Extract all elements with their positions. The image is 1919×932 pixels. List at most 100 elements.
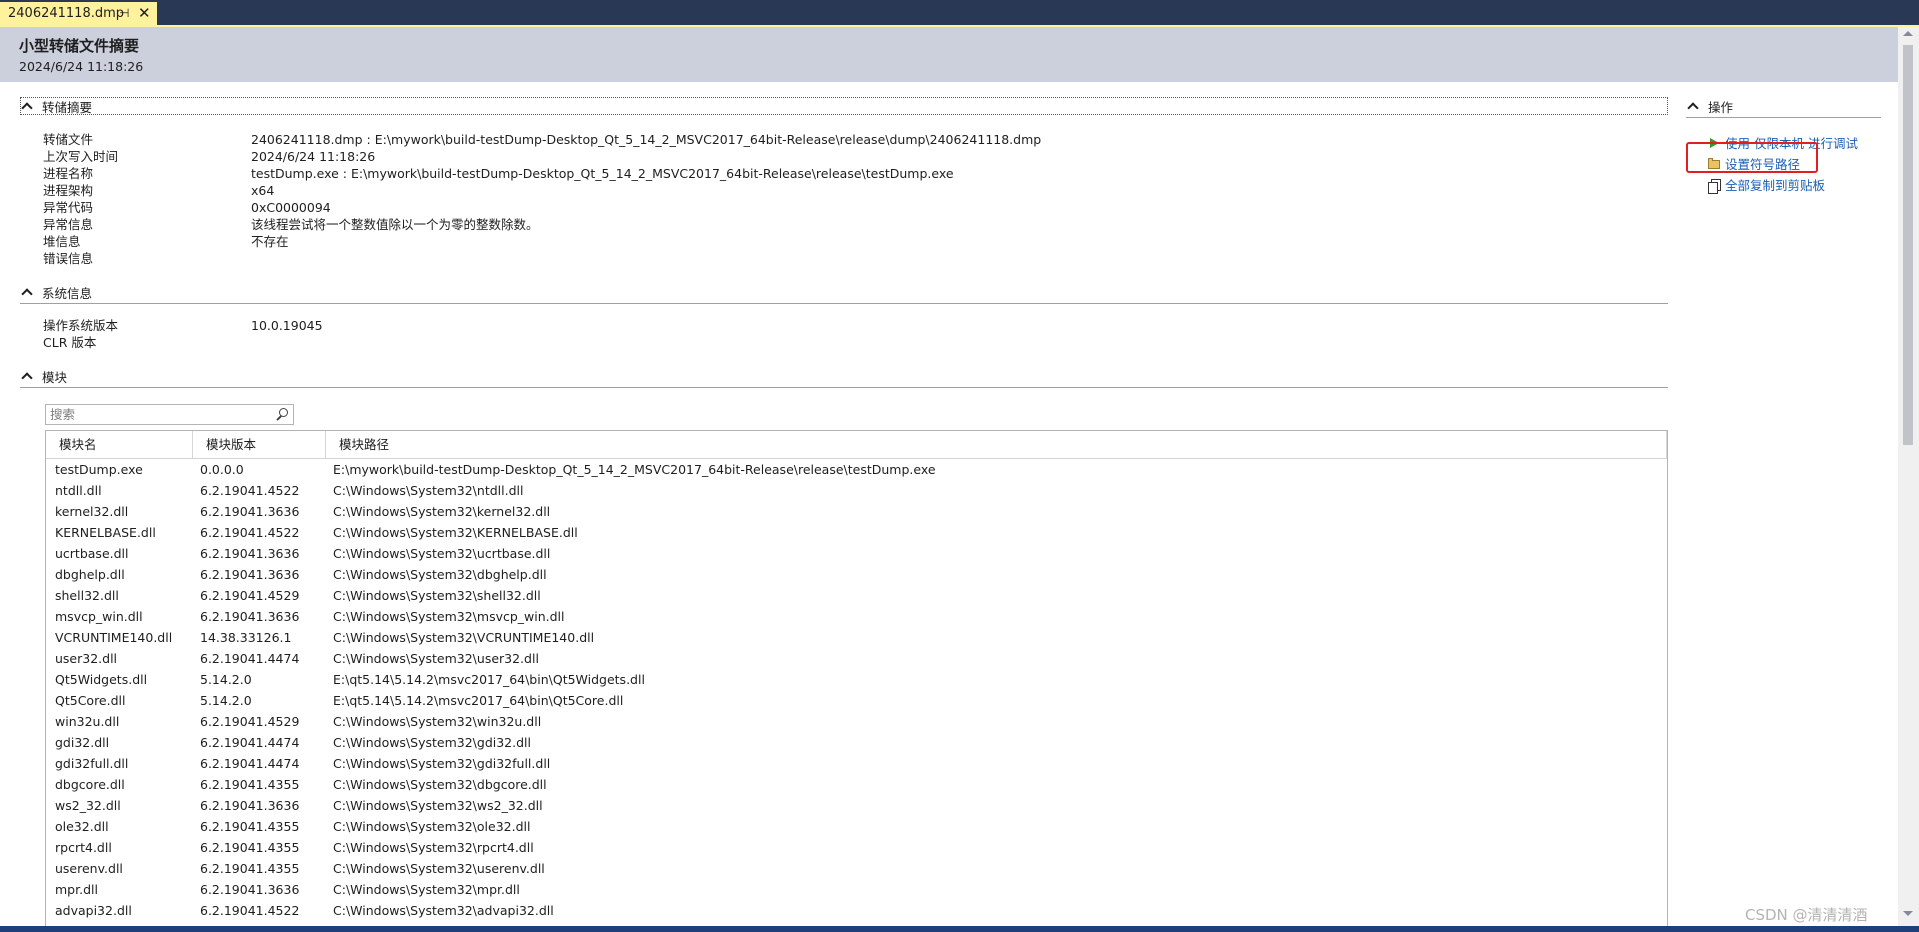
- document-tab[interactable]: 2406241118.dmp ⊣ ✕: [0, 2, 157, 25]
- section-system-info-toggle[interactable]: 系统信息: [20, 283, 92, 301]
- table-row[interactable]: ws2_32.dll 6.2.19041.3636 C:\Windows\Syste…: [46, 795, 1667, 816]
- module-name-cell: shell32.dll: [55, 588, 119, 603]
- module-name-cell: win32u.dll: [55, 714, 120, 729]
- chevron-up-icon: [20, 369, 34, 383]
- table-row[interactable]: msvcp_win.dll 6.2.19041.3636 C:\Windows\Sy…: [46, 606, 1667, 627]
- table-row[interactable]: rpcrt4.dll 6.2.19041.4355 C:\Windows\Syste…: [46, 837, 1667, 858]
- module-path-cell: C:\Windows\System32\ws2_32.dll: [333, 798, 543, 813]
- module-path-cell: C:\Windows\System32\mpr.dll: [333, 882, 520, 897]
- module-version-cell: 6.2.19041.3636: [200, 798, 300, 813]
- info-value: 该线程尝试将一个整数值除以一个为零的整数除数。: [251, 217, 539, 232]
- module-version-cell: 6.2.19041.4522: [200, 483, 300, 498]
- summary-header: 小型转储文件摘要 2024/6/24 11:18:26: [0, 27, 1898, 82]
- module-name-cell: ntdll.dll: [55, 483, 102, 498]
- section-modules-toggle[interactable]: 模块: [20, 367, 67, 385]
- table-row[interactable]: KERNELBASE.dll 6.2.19041.4522 C:\Windows\S…: [46, 522, 1667, 543]
- scroll-down-icon[interactable]: [1903, 911, 1913, 916]
- section-divider: [20, 303, 1668, 304]
- module-path-cell: C:\Windows\System32\ucrtbase.dll: [333, 546, 551, 561]
- modules-table[interactable]: 模块名 模块版本 模块路径 testDump.exe 0.0.0.0 E:\mywo…: [45, 430, 1668, 932]
- table-row[interactable]: win32u.dll 6.2.19041.4529 C:\Windows\Syste…: [46, 711, 1667, 732]
- table-row[interactable]: advapi32.dll 6.2.19041.4522 C:\Windows\Sys…: [46, 900, 1667, 921]
- chevron-up-icon: [1686, 99, 1700, 113]
- module-path-cell: C:\Windows\System32\dbgcore.dll: [333, 777, 547, 792]
- module-path-cell: C:\Windows\System32\win32u.dll: [333, 714, 542, 729]
- table-row[interactable]: mpr.dll 6.2.19041.3636 C:\Windows\System32…: [46, 879, 1667, 900]
- module-version-cell: 6.2.19041.4522: [200, 903, 300, 918]
- info-value: x64: [251, 183, 275, 198]
- module-path-cell: C:\Windows\System32\userenv.dll: [333, 861, 545, 876]
- table-row[interactable]: Qt5Widgets.dll 5.14.2.0 E:\qt5.14\5.14.2\m…: [46, 669, 1667, 690]
- module-path-cell: C:\Windows\System32\gdi32.dll: [333, 735, 531, 750]
- module-name-cell: user32.dll: [55, 651, 118, 666]
- module-path-cell: C:\Windows\System32\user32.dll: [333, 651, 539, 666]
- module-name-cell: kernel32.dll: [55, 504, 129, 519]
- module-name-cell: testDump.exe: [55, 462, 143, 477]
- module-path-cell: C:\Windows\System32\rpcrt4.dll: [333, 840, 534, 855]
- info-value: 0xC0000094: [251, 200, 331, 215]
- table-row[interactable]: testDump.exe 0.0.0.0 E:\mywork\build-testD…: [46, 459, 1667, 480]
- module-version-cell: 0.0.0.0: [200, 462, 244, 477]
- table-row[interactable]: VCRUNTIME140.dll 14.38.33126.1 C:\Windows\…: [46, 627, 1667, 648]
- module-path-cell: C:\Windows\System32\shell32.dll: [333, 588, 541, 603]
- module-version-cell: 6.2.19041.4474: [200, 735, 300, 750]
- info-key: CLR 版本: [43, 335, 97, 350]
- module-version-cell: 6.2.19041.4474: [200, 651, 300, 666]
- module-path-cell: C:\Windows\System32\msvcp_win.dll: [333, 609, 565, 624]
- module-name-cell: KERNELBASE.dll: [55, 525, 156, 540]
- section-dump-summary-toggle[interactable]: 转储摘要: [20, 97, 92, 115]
- module-name-cell: msvcp_win.dll: [55, 609, 143, 624]
- table-row[interactable]: Qt5Core.dll 5.14.2.0 E:\qt5.14\5.14.2\msvc…: [46, 690, 1667, 711]
- table-row[interactable]: dbgcore.dll 6.2.19041.4355 C:\Windows\Syst…: [46, 774, 1667, 795]
- table-row[interactable]: ole32.dll 6.2.19041.4355 C:\Windows\System…: [46, 816, 1667, 837]
- module-name-cell: gdi32full.dll: [55, 756, 129, 771]
- module-version-cell: 5.14.2.0: [200, 693, 252, 708]
- module-name-cell: dbgcore.dll: [55, 777, 125, 792]
- module-name-cell: VCRUNTIME140.dll: [55, 630, 173, 645]
- module-path-cell: E:\mywork\build-testDump-Desktop_Qt_5_14…: [333, 462, 936, 477]
- info-key: 转储文件: [43, 132, 94, 147]
- pin-icon[interactable]: ⊣: [119, 6, 129, 20]
- info-key: 进程名称: [43, 166, 94, 181]
- section-dump-summary-title: 转储摘要: [42, 99, 93, 115]
- module-version-cell: 6.2.19041.4355: [200, 777, 300, 792]
- table-row[interactable]: ntdll.dll 6.2.19041.4522 C:\Windows\System…: [46, 480, 1667, 501]
- module-path-cell: C:\Windows\System32\KERNELBASE.dll: [333, 525, 578, 540]
- column-header-module-path[interactable]: 模块路径: [326, 431, 1667, 458]
- module-version-cell: 6.2.19041.3636: [200, 504, 300, 519]
- info-key: 堆信息: [43, 234, 81, 249]
- column-header-module-version[interactable]: 模块版本: [193, 431, 326, 458]
- table-row[interactable]: kernel32.dll 6.2.19041.3636 C:\Windows\Sys…: [46, 501, 1667, 522]
- document-tab-label: 2406241118.dmp: [8, 6, 125, 21]
- table-row[interactable]: dbghelp.dll 6.2.19041.3636 C:\Windows\Syst…: [46, 564, 1667, 585]
- table-row[interactable]: gdi32full.dll 6.2.19041.4474 C:\Windows\Sy…: [46, 753, 1667, 774]
- module-search-box[interactable]: [45, 404, 294, 425]
- module-version-cell: 6.2.19041.4529: [200, 588, 300, 603]
- module-path-cell: C:\Windows\System32\ntdll.dll: [333, 483, 524, 498]
- scroll-thumb[interactable]: [1903, 45, 1913, 445]
- copy-all-link[interactable]: 全部复制到剪贴板: [1707, 175, 1825, 194]
- module-version-cell: 14.38.33126.1: [200, 630, 292, 645]
- table-row[interactable]: shell32.dll 6.2.19041.4529 C:\Windows\Syst…: [46, 585, 1667, 606]
- module-name-cell: userenv.dll: [55, 861, 123, 876]
- close-icon[interactable]: ✕: [138, 4, 151, 22]
- section-actions-toggle[interactable]: 操作: [1686, 97, 1733, 115]
- search-icon[interactable]: [275, 408, 289, 422]
- table-row[interactable]: user32.dll 6.2.19041.4474 C:\Windows\Syste…: [46, 648, 1667, 669]
- table-row[interactable]: userenv.dll 6.2.19041.4355 C:\Windows\Syst…: [46, 858, 1667, 879]
- info-value: testDump.exe : E:\mywork\build-testDump-…: [251, 166, 954, 181]
- column-header-module-name[interactable]: 模块名: [46, 431, 193, 458]
- module-name-cell: Qt5Core.dll: [55, 693, 126, 708]
- section-divider: [20, 387, 1668, 388]
- table-row[interactable]: ucrtbase.dll 6.2.19041.3636 C:\Windows\Sys…: [46, 543, 1667, 564]
- vertical-scrollbar[interactable]: [1898, 27, 1919, 926]
- table-row[interactable]: gdi32.dll 6.2.19041.4474 C:\Windows\System…: [46, 732, 1667, 753]
- module-name-cell: rpcrt4.dll: [55, 840, 112, 855]
- module-name-cell: advapi32.dll: [55, 903, 132, 918]
- scroll-up-icon[interactable]: [1903, 31, 1913, 36]
- module-path-cell: C:\Windows\System32\kernel32.dll: [333, 504, 551, 519]
- module-path-cell: C:\Windows\System32\ole32.dll: [333, 819, 531, 834]
- info-value: 不存在: [251, 234, 289, 249]
- search-input[interactable]: [50, 406, 265, 423]
- module-path-cell: C:\Windows\System32\VCRUNTIME140.dll: [333, 630, 595, 645]
